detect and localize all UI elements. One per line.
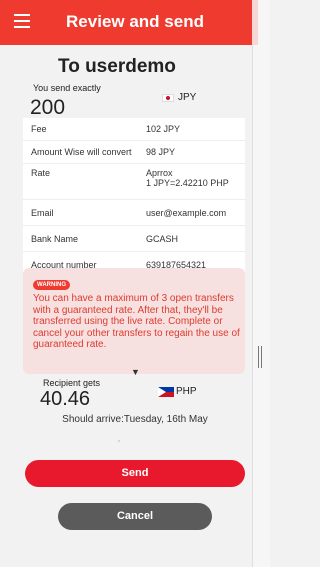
send-amount: 200 (30, 96, 66, 119)
detail-label: Bank Name (31, 233, 79, 244)
rate-value: 1 JPY=2.42210 PHP (146, 178, 229, 188)
send-button[interactable]: Send (25, 460, 245, 487)
detail-value: 102 JPY (146, 124, 181, 134)
warning-text: You can have a maximum of 3 open transfe… (33, 293, 240, 351)
detail-value: user@example.com (146, 207, 227, 218)
recipient-currency: PHP (158, 386, 197, 397)
detail-value: GCASH (146, 233, 179, 244)
detail-label: Rate (31, 168, 51, 178)
detail-row-bank: Bank Name GCASH (23, 226, 245, 252)
detail-label: Amount Wise will convert (31, 147, 132, 157)
side-header-strip (252, 0, 258, 45)
detail-value: Aprrox 1 JPY=2.42210 PHP (146, 168, 245, 188)
resize-handle[interactable] (258, 346, 262, 368)
detail-row-email: Email user@example.com (23, 200, 245, 226)
japan-flag-icon (162, 93, 174, 102)
separator-dot (118, 440, 120, 442)
recipient-amount: 40.46 (40, 388, 91, 410)
arrow-down-icon: ▼ (131, 367, 140, 377)
recipient-title: To userdemo (58, 56, 176, 77)
detail-row-fee: Fee 102 JPY (23, 118, 245, 141)
recipient-label: Recipient gets (43, 378, 101, 388)
detail-label: Fee (31, 124, 47, 134)
send-currency-code: JPY (178, 92, 197, 103)
detail-label: Email (31, 207, 54, 218)
warning-box: WARNING You can have a maximum of 3 open… (23, 268, 245, 374)
warning-badge: WARNING (33, 280, 70, 290)
side-panel-edge (252, 0, 270, 567)
detail-row-convert: Amount Wise will convert 98 JPY (23, 141, 245, 164)
rate-approx: Aprrox (146, 168, 173, 178)
cancel-button[interactable]: Cancel (58, 503, 212, 530)
detail-value: 98 JPY (146, 147, 176, 157)
recipient-currency-code: PHP (176, 386, 197, 397)
app-header: Review and send (0, 0, 252, 45)
send-currency: JPY (162, 92, 196, 103)
transfer-details: Fee 102 JPY Amount Wise will convert 98 … (23, 118, 245, 278)
philippines-flag-icon (158, 386, 174, 397)
arrival-estimate: Should arrive:Tuesday, 16th May (62, 414, 208, 425)
send-label: You send exactly (33, 83, 101, 93)
page-title: Review and send (66, 12, 204, 31)
detail-row-rate: Rate Aprrox 1 JPY=2.42210 PHP (23, 164, 245, 200)
panel-divider (252, 45, 253, 567)
